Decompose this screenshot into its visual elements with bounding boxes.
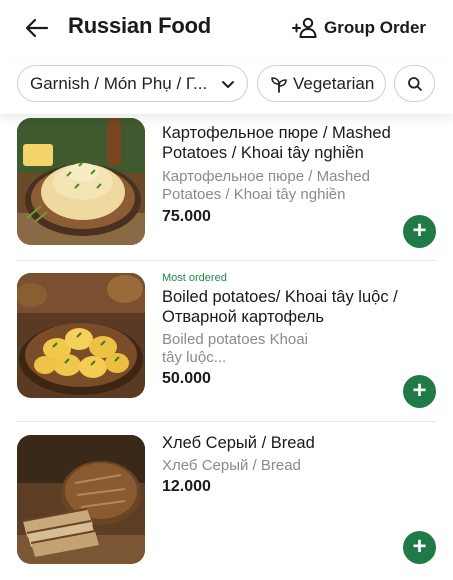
category-dropdown[interactable]: Garnish / Món Phụ / Г... — [17, 65, 248, 102]
add-people-icon — [292, 17, 317, 38]
plus-icon: + — [412, 216, 427, 244]
plus-icon: + — [412, 376, 427, 404]
add-to-cart-button[interactable]: + — [403, 215, 436, 248]
item-name: Boiled potatoes/ Khoai tây luộc / Отварн… — [162, 288, 398, 326]
boiled-potatoes-image — [17, 273, 145, 398]
plus-icon: + — [412, 532, 427, 560]
item-price: 12.000 — [162, 478, 211, 495]
search-button[interactable] — [394, 65, 435, 102]
group-order-label: Group Order — [324, 18, 427, 37]
item-description: Boiled potatoes Khoai tây luộc... — [162, 331, 308, 366]
filter-bar: Garnish / Món Phụ / Г... Vegetarian — [0, 58, 453, 114]
search-icon — [407, 76, 422, 91]
add-to-cart-button[interactable]: + — [403, 375, 436, 408]
item-description: Картофельное пюре / Mashed Potatoes / Kh… — [162, 168, 370, 203]
most-ordered-badge: Most ordered — [162, 272, 227, 284]
item-info: Most ordered Boiled potatoes/ Khoai tây … — [162, 272, 422, 388]
chevron-down-icon — [222, 80, 234, 88]
item-info: Хлеб Серый / Bread Хлеб Серый / Bread 12… — [162, 433, 422, 496]
sprout-icon — [271, 76, 287, 93]
item-name: Хлеб Серый / Bread — [162, 434, 315, 452]
page-title: Russian Food — [68, 13, 212, 38]
divider — [17, 421, 436, 422]
category-dropdown-label: Garnish / Món Phụ / Г... — [30, 73, 208, 93]
mashed-potatoes-image — [17, 118, 145, 245]
vegetarian-filter-label: Vegetarian — [293, 73, 375, 93]
item-name: Картофельное пюре / Mashed Potatoes / Kh… — [162, 124, 391, 162]
item-description: Хлеб Серый / Bread — [162, 457, 301, 474]
app-header: Russian Food Group Order — [0, 0, 453, 58]
vegetarian-filter[interactable]: Vegetarian — [257, 65, 386, 102]
item-price: 75.000 — [162, 208, 211, 225]
arrow-left-icon[interactable] — [24, 15, 50, 41]
item-price: 50.000 — [162, 370, 211, 387]
item-info: Картофельное пюре / Mashed Potatoes / Kh… — [162, 123, 422, 226]
add-to-cart-button[interactable]: + — [403, 531, 436, 564]
group-order-button[interactable]: Group Order — [292, 16, 426, 40]
divider — [17, 260, 436, 261]
bread-image — [17, 435, 145, 564]
